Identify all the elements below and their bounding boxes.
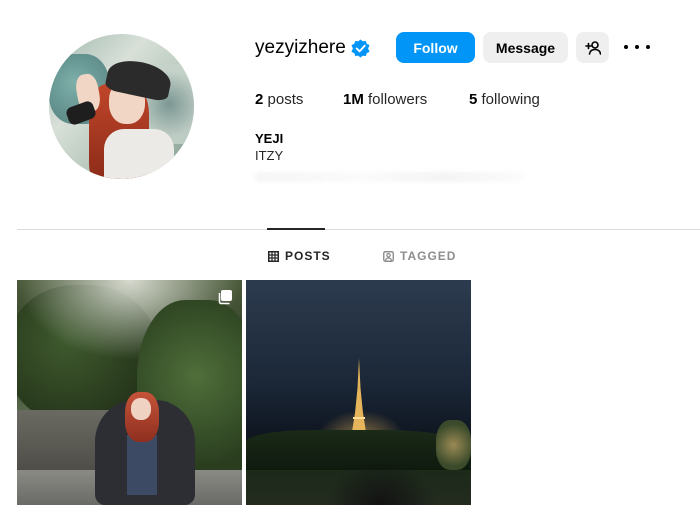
following-count[interactable]: 5 following bbox=[469, 91, 540, 108]
add-user-icon bbox=[584, 40, 601, 55]
more-options-icon[interactable] bbox=[624, 38, 650, 56]
tagged-icon bbox=[383, 250, 394, 262]
followers-count[interactable]: 1M followers bbox=[343, 91, 427, 108]
posts-count: 2 posts bbox=[255, 91, 304, 108]
tab-tagged-label: TAGGED bbox=[400, 249, 457, 263]
post-tree bbox=[436, 420, 471, 470]
tabs-divider bbox=[17, 229, 700, 230]
post-thumbnail[interactable] bbox=[17, 280, 242, 505]
suggested-users-button[interactable] bbox=[576, 32, 609, 63]
profile-username: yezyizhere bbox=[255, 37, 346, 58]
post-crowd bbox=[326, 460, 436, 505]
active-tab-indicator bbox=[267, 228, 325, 230]
carousel-icon bbox=[218, 290, 232, 305]
profile-avatar[interactable] bbox=[49, 34, 194, 179]
tab-posts-label: POSTS bbox=[285, 249, 331, 263]
post-thumbnail[interactable] bbox=[246, 280, 471, 505]
profile-bio: ITZY bbox=[255, 148, 284, 163]
post-person-shirt bbox=[127, 435, 157, 495]
profile-full-name: YEJI bbox=[255, 131, 284, 146]
avatar-shirt bbox=[104, 129, 174, 179]
post-person-face bbox=[131, 398, 151, 420]
tab-posts[interactable]: POSTS bbox=[268, 249, 331, 263]
tab-tagged[interactable]: TAGGED bbox=[383, 249, 456, 263]
follow-button[interactable]: Follow bbox=[396, 32, 475, 63]
message-button[interactable]: Message bbox=[483, 32, 568, 63]
verified-badge-icon bbox=[351, 39, 370, 58]
grid-icon bbox=[268, 250, 279, 262]
blurred-bio-line bbox=[255, 172, 525, 182]
